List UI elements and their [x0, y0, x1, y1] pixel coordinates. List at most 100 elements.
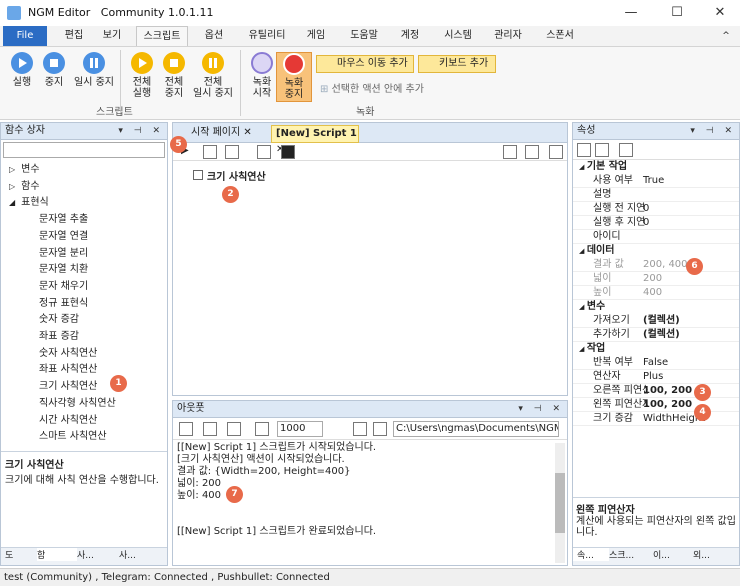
property-row[interactable]: 실행 전 지연 0 [573, 202, 739, 216]
property-value[interactable]: 200, 400 [643, 258, 688, 272]
property-row[interactable]: 결과 값 200, 400 [573, 258, 739, 272]
tree-item[interactable]: 시간 사칙연산 [5, 413, 163, 430]
tab-docs[interactable]: 도 [1, 548, 37, 561]
tree-item[interactable]: 숫자 사칙연산 [5, 346, 163, 363]
property-value[interactable]: True [643, 174, 664, 188]
collapse-icon[interactable]: ◢ [579, 303, 587, 311]
property-row[interactable]: 왼쪽 피연산자 100, 200 [573, 398, 739, 412]
property-section[interactable]: ◢ 기본 작업 [573, 160, 739, 174]
ribbon-collapse-button[interactable]: ^ [716, 26, 736, 46]
add-mouse-move-button[interactable]: 마우스 이동 추가 [316, 55, 414, 73]
property-row[interactable]: 가져오기 (컬렉션) [573, 314, 739, 328]
check-icon[interactable] [525, 145, 539, 159]
tab-properties[interactable]: 속... [573, 548, 609, 561]
run-all-button[interactable]: 전체 실행 [124, 52, 160, 99]
maximize-button[interactable]: ☐ [654, 0, 700, 26]
property-row[interactable]: 높이 400 [573, 286, 739, 300]
property-row[interactable]: 아이디 [573, 230, 739, 244]
stop-all-button[interactable]: 전체 중지 [156, 52, 192, 99]
property-value[interactable]: (컬렉션) [643, 314, 680, 328]
pause-button[interactable]: 일시 중지 [70, 52, 118, 88]
categorized-icon[interactable] [577, 143, 591, 157]
stop-icon[interactable] [225, 145, 239, 159]
tab-account[interactable]: 계정 [394, 26, 426, 46]
tree-item[interactable]: 문자열 추출 [5, 212, 163, 229]
pause-icon[interactable] [203, 145, 217, 159]
record-stop-button[interactable]: 녹화 중지 [276, 52, 312, 102]
tree-item[interactable]: 문자 채우기 [5, 279, 163, 296]
tree-node[interactable]: ◢ 표현식 [5, 195, 163, 212]
line-count-input[interactable]: 1000 [277, 421, 323, 437]
tree-item[interactable]: 문자열 분리 [5, 246, 163, 263]
property-value[interactable]: 0 [643, 216, 649, 230]
tab-misc1[interactable]: 사... [77, 548, 119, 561]
uncheck-icon[interactable] [549, 145, 563, 159]
close-button[interactable]: ✕ [700, 0, 740, 26]
tree-node[interactable]: ▷ 함수 [5, 179, 163, 196]
expander-icon[interactable]: ▷ [9, 165, 15, 174]
property-pages-icon[interactable] [619, 143, 633, 157]
tree-item[interactable]: 스마트 사칙연산 [5, 429, 163, 446]
tab-functions[interactable]: 함 [37, 548, 77, 561]
tab-utility[interactable]: 유틸리티 [242, 26, 292, 46]
property-value[interactable]: 100, 200 [643, 384, 692, 398]
output-scrollbar[interactable] [555, 443, 565, 563]
property-row[interactable]: 설명 [573, 188, 739, 202]
tree-item[interactable]: 정규 표현식 [5, 296, 163, 313]
tab-admin[interactable]: 관리자 [488, 26, 528, 46]
tree-item[interactable]: 좌표 증감 [5, 329, 163, 346]
panel-controls[interactable]: ▾ ⊣ ✕ [518, 401, 564, 417]
minimize-button[interactable]: — [608, 0, 654, 26]
script-root-item[interactable]: 크기 사칙연산 [193, 168, 266, 183]
record-start-button[interactable]: 녹화 시작 [244, 52, 280, 99]
property-section[interactable]: ◢ 데이터 [573, 244, 739, 258]
sort-az-icon[interactable] [595, 143, 609, 157]
collapse-icon[interactable]: ◢ [579, 247, 587, 255]
step-over-icon[interactable] [281, 145, 295, 159]
property-value[interactable]: Plus [643, 370, 663, 384]
tree-node[interactable]: ▷ 변수 [5, 162, 163, 179]
tree-item[interactable]: 문자열 연결 [5, 229, 163, 246]
tree-item[interactable]: 문자열 치환 [5, 262, 163, 279]
tab-script-1[interactable]: [New] Script 1 ✕ [271, 125, 359, 155]
folder-icon[interactable] [373, 422, 387, 436]
tab-system[interactable]: 시스템 [438, 26, 478, 46]
run-button[interactable]: 실행 [4, 52, 40, 88]
tab-file[interactable]: File [3, 26, 47, 46]
tab-sponsor[interactable]: 스폰서 [540, 26, 580, 46]
property-value[interactable]: False [643, 356, 668, 370]
filter-icon[interactable] [203, 422, 217, 436]
save-icon[interactable] [353, 422, 367, 436]
tree-item[interactable]: 숫자 증감 [5, 312, 163, 329]
clear-icon[interactable] [179, 422, 193, 436]
add-to-selected-button[interactable]: ⊞ 선택한 액션 안에 추가 [320, 80, 424, 95]
property-row[interactable]: 실행 후 지연 0 [573, 216, 739, 230]
tab-edit[interactable]: 편집 [58, 26, 90, 46]
tab-options[interactable]: 옵션 [198, 26, 230, 46]
eraser-icon[interactable] [255, 422, 269, 436]
tab-script[interactable]: 스크립트 [136, 26, 188, 46]
property-row[interactable]: 넓이 200 [573, 272, 739, 286]
property-row[interactable]: 반복 여부 False [573, 356, 739, 370]
tab-external[interactable]: 외... [693, 548, 733, 561]
panel-controls[interactable]: ▾ ⊣ ✕ [690, 123, 736, 139]
check-all-icon[interactable] [503, 145, 517, 159]
tree-item[interactable]: 직사각형 사칙연산 [5, 396, 163, 413]
stop-button[interactable]: 중지 [36, 52, 72, 88]
property-value[interactable]: 0 [643, 202, 649, 216]
tab-images[interactable]: 이... [653, 548, 693, 561]
property-row[interactable]: 크기 증감 WidthHeight [573, 412, 739, 426]
tab-start-page[interactable]: 시작 페이지 ✕ [175, 125, 267, 142]
tab-scripts[interactable]: 스크... [609, 548, 653, 561]
function-search-input[interactable] [3, 142, 165, 158]
collapse-icon[interactable]: ◢ [579, 345, 587, 353]
property-value[interactable]: (컬렉션) [643, 328, 680, 342]
tree-item[interactable]: 좌표 사칙연산 [5, 362, 163, 379]
tree-item[interactable]: 크기 사칙연산 [5, 379, 163, 396]
panel-controls[interactable]: ▾ ⊣ ✕ [118, 123, 164, 139]
tab-view[interactable]: 보기 [96, 26, 128, 46]
property-value[interactable]: 100, 200 [643, 398, 692, 412]
add-keyboard-button[interactable]: 키보드 추가 [418, 55, 496, 73]
step-icon[interactable] [257, 145, 271, 159]
tab-misc2[interactable]: 사... [119, 548, 159, 561]
